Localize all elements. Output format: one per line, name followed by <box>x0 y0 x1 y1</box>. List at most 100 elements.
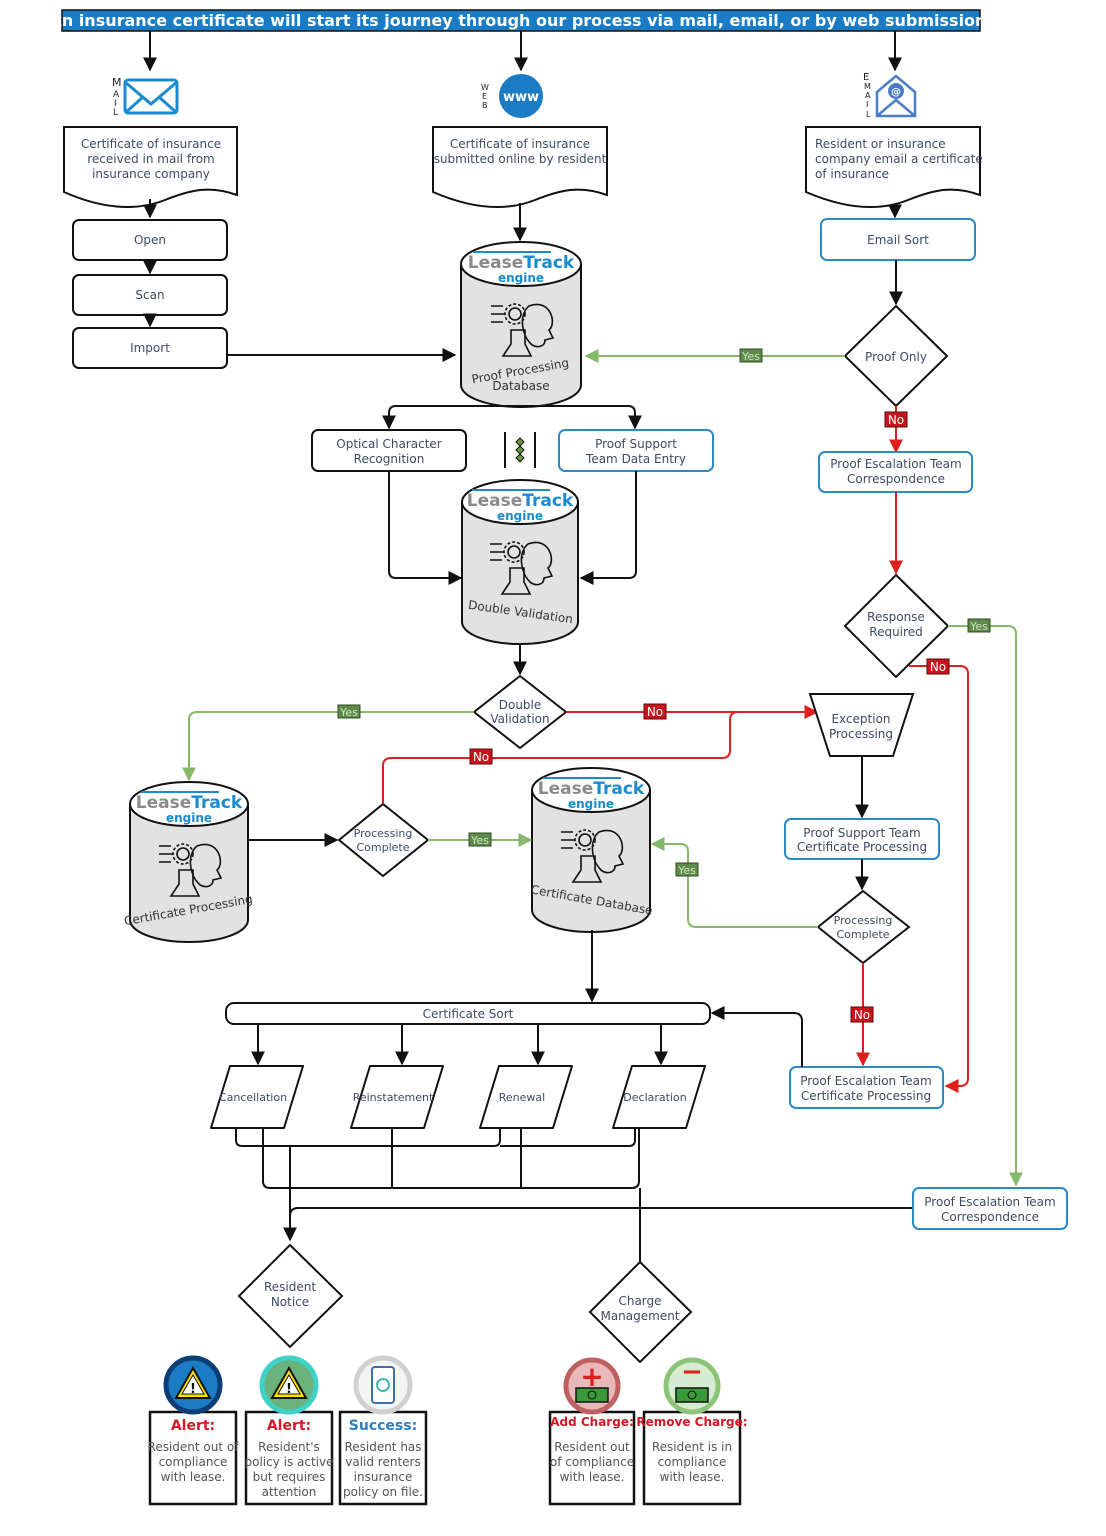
svg-text:Yes: Yes <box>470 834 489 847</box>
envelope-icon <box>123 78 179 115</box>
svg-text:Team Data Entry: Team Data Entry <box>585 452 686 466</box>
no-tag: No <box>643 703 667 720</box>
charge-title: Remove Charge: <box>636 1415 747 1429</box>
yes-tag: Yes <box>468 832 492 847</box>
web-channel: WEB www <box>481 74 543 118</box>
svg-text:Certificate of insurance: Certificate of insurance <box>450 137 590 151</box>
svg-text:@: @ <box>891 87 901 98</box>
double-validation-decision: Double Validation <box>472 674 568 750</box>
warning-triangle-icon: ! <box>259 1355 319 1415</box>
svg-text:with lease.: with lease. <box>660 1470 725 1484</box>
remove-charge-money-icon: − <box>663 1357 721 1415</box>
svg-text:valid renters: valid renters <box>345 1455 421 1469</box>
svg-text:but requires: but requires <box>253 1470 326 1484</box>
processing-complete-decision-2: Processing Complete <box>816 889 911 965</box>
no-tag: No <box>469 748 493 765</box>
connector <box>289 1207 913 1217</box>
svg-text:policy on file.: policy on file. <box>343 1485 423 1499</box>
notice-title: Alert: <box>267 1418 311 1434</box>
connector <box>521 405 642 430</box>
svg-text:Yes: Yes <box>677 864 696 877</box>
resident-notice-decision: Resident Notice <box>237 1243 344 1349</box>
no-tag: No <box>850 1006 874 1023</box>
proof-escalation-correspondence-2: Proof Escalation Team Correspondence <box>912 1187 1068 1230</box>
svg-text:compliance: compliance <box>658 1455 727 1469</box>
svg-text:I: I <box>866 100 868 109</box>
ocr-step: Optical Character Recognition <box>311 429 467 472</box>
connector <box>382 405 521 430</box>
email-sort-step: Email Sort <box>820 218 976 261</box>
svg-text:Correspondence: Correspondence <box>847 472 945 486</box>
proof-escalation-correspondence: Proof Escalation Team Correspondence <box>818 451 973 493</box>
header-title: An insurance certificate will start its … <box>49 11 992 30</box>
svg-text:Proof Escalation Team: Proof Escalation Team <box>924 1195 1055 1209</box>
connector <box>235 1128 501 1147</box>
svg-text:W: W <box>481 83 489 92</box>
sort-type-cancellation: Cancellation <box>210 1065 304 1129</box>
proof-only-decision: Proof Only <box>843 304 949 408</box>
insurance-certificate-flowchart: An insurance certificate will start its … <box>49 9 1068 1506</box>
import-step: Import <box>72 327 228 369</box>
svg-text:Resident out of: Resident out of <box>148 1440 240 1454</box>
connector <box>909 665 969 1093</box>
svg-text:Processing: Processing <box>354 827 413 840</box>
svg-text:LeaseTrack: LeaseTrack <box>136 793 243 813</box>
processing-complete-decision-1: Processing Complete <box>337 802 430 878</box>
connector <box>579 471 637 585</box>
svg-text:A: A <box>865 91 871 100</box>
svg-text:Resident is in: Resident is in <box>652 1440 732 1454</box>
add-charge-money-icon: + <box>563 1357 621 1415</box>
web-document: Certificate of insurance submitted onlin… <box>432 126 608 208</box>
svg-text:Resident's: Resident's <box>258 1440 320 1454</box>
notice-card: ! Alert: Resident'spolicy is activebut req… <box>244 1355 334 1506</box>
svg-text:Certificate of insurance: Certificate of insurance <box>81 137 221 151</box>
svg-text:Reinstatement: Reinstatement <box>353 1091 434 1104</box>
svg-text:+: + <box>580 1360 603 1393</box>
proof-support-data-entry-step: Proof Support Team Data Entry <box>558 429 714 472</box>
exception-processing-step: Exception Processing <box>808 693 915 757</box>
sort-type-declaration: Declaration <box>612 1065 706 1129</box>
svg-text:insurance: insurance <box>354 1470 413 1484</box>
svg-text:engine: engine <box>166 811 212 825</box>
header-banner: An insurance certificate will start its … <box>49 9 993 32</box>
yes-tag: Yes <box>739 348 763 363</box>
svg-text:E: E <box>482 92 487 101</box>
svg-text:Yes: Yes <box>339 706 358 719</box>
svg-text:Resident has: Resident has <box>344 1440 421 1454</box>
svg-text:Resident: Resident <box>264 1280 316 1294</box>
email-vertical-label: EMAIL <box>863 72 871 119</box>
svg-text:L: L <box>113 108 118 118</box>
svg-text:Exception: Exception <box>831 712 890 726</box>
svg-text:Response: Response <box>867 610 925 624</box>
svg-text:attention: attention <box>262 1485 317 1499</box>
mail-document: Certificate of insurance received in mai… <box>63 126 238 208</box>
svg-text:Database: Database <box>492 379 549 393</box>
svg-text:Email Sort: Email Sort <box>867 233 929 247</box>
email-document: Resident or insurance company email a ce… <box>805 126 983 208</box>
svg-text:Optical Character: Optical Character <box>336 437 442 451</box>
svg-text:!: ! <box>190 1382 196 1397</box>
certificate-processing-database: LeaseTrackengineCertificate Processing <box>123 781 254 943</box>
connector <box>182 711 474 782</box>
svg-text:Certificate Processing: Certificate Processing <box>801 1089 931 1103</box>
svg-text:Yes: Yes <box>969 620 988 633</box>
connector <box>391 1128 522 1188</box>
notice-card: ! Alert: Resident out ofcompliancewith lea… <box>148 1355 240 1506</box>
svg-text:Renewal: Renewal <box>499 1091 545 1104</box>
svg-text:Resident out: Resident out <box>554 1440 630 1454</box>
svg-text:Proof Support Team: Proof Support Team <box>803 826 920 840</box>
svg-text:LeaseTrack: LeaseTrack <box>468 253 575 273</box>
svg-text:Double: Double <box>499 698 542 712</box>
scan-step: Scan <box>72 274 228 316</box>
svg-text:Charge: Charge <box>618 1294 661 1308</box>
svg-text:No: No <box>854 1008 870 1022</box>
svg-text:Recognition: Recognition <box>354 452 425 466</box>
svg-text:www: www <box>503 90 539 105</box>
svg-text:Certificate Processing: Certificate Processing <box>797 840 927 854</box>
svg-text:with lease.: with lease. <box>560 1470 625 1484</box>
svg-text:No: No <box>930 660 946 674</box>
svg-text:M: M <box>864 82 871 91</box>
warning-triangle-icon: ! <box>163 1355 223 1415</box>
charge-title: Add Charge: <box>550 1415 634 1429</box>
svg-text:Open: Open <box>134 233 166 247</box>
